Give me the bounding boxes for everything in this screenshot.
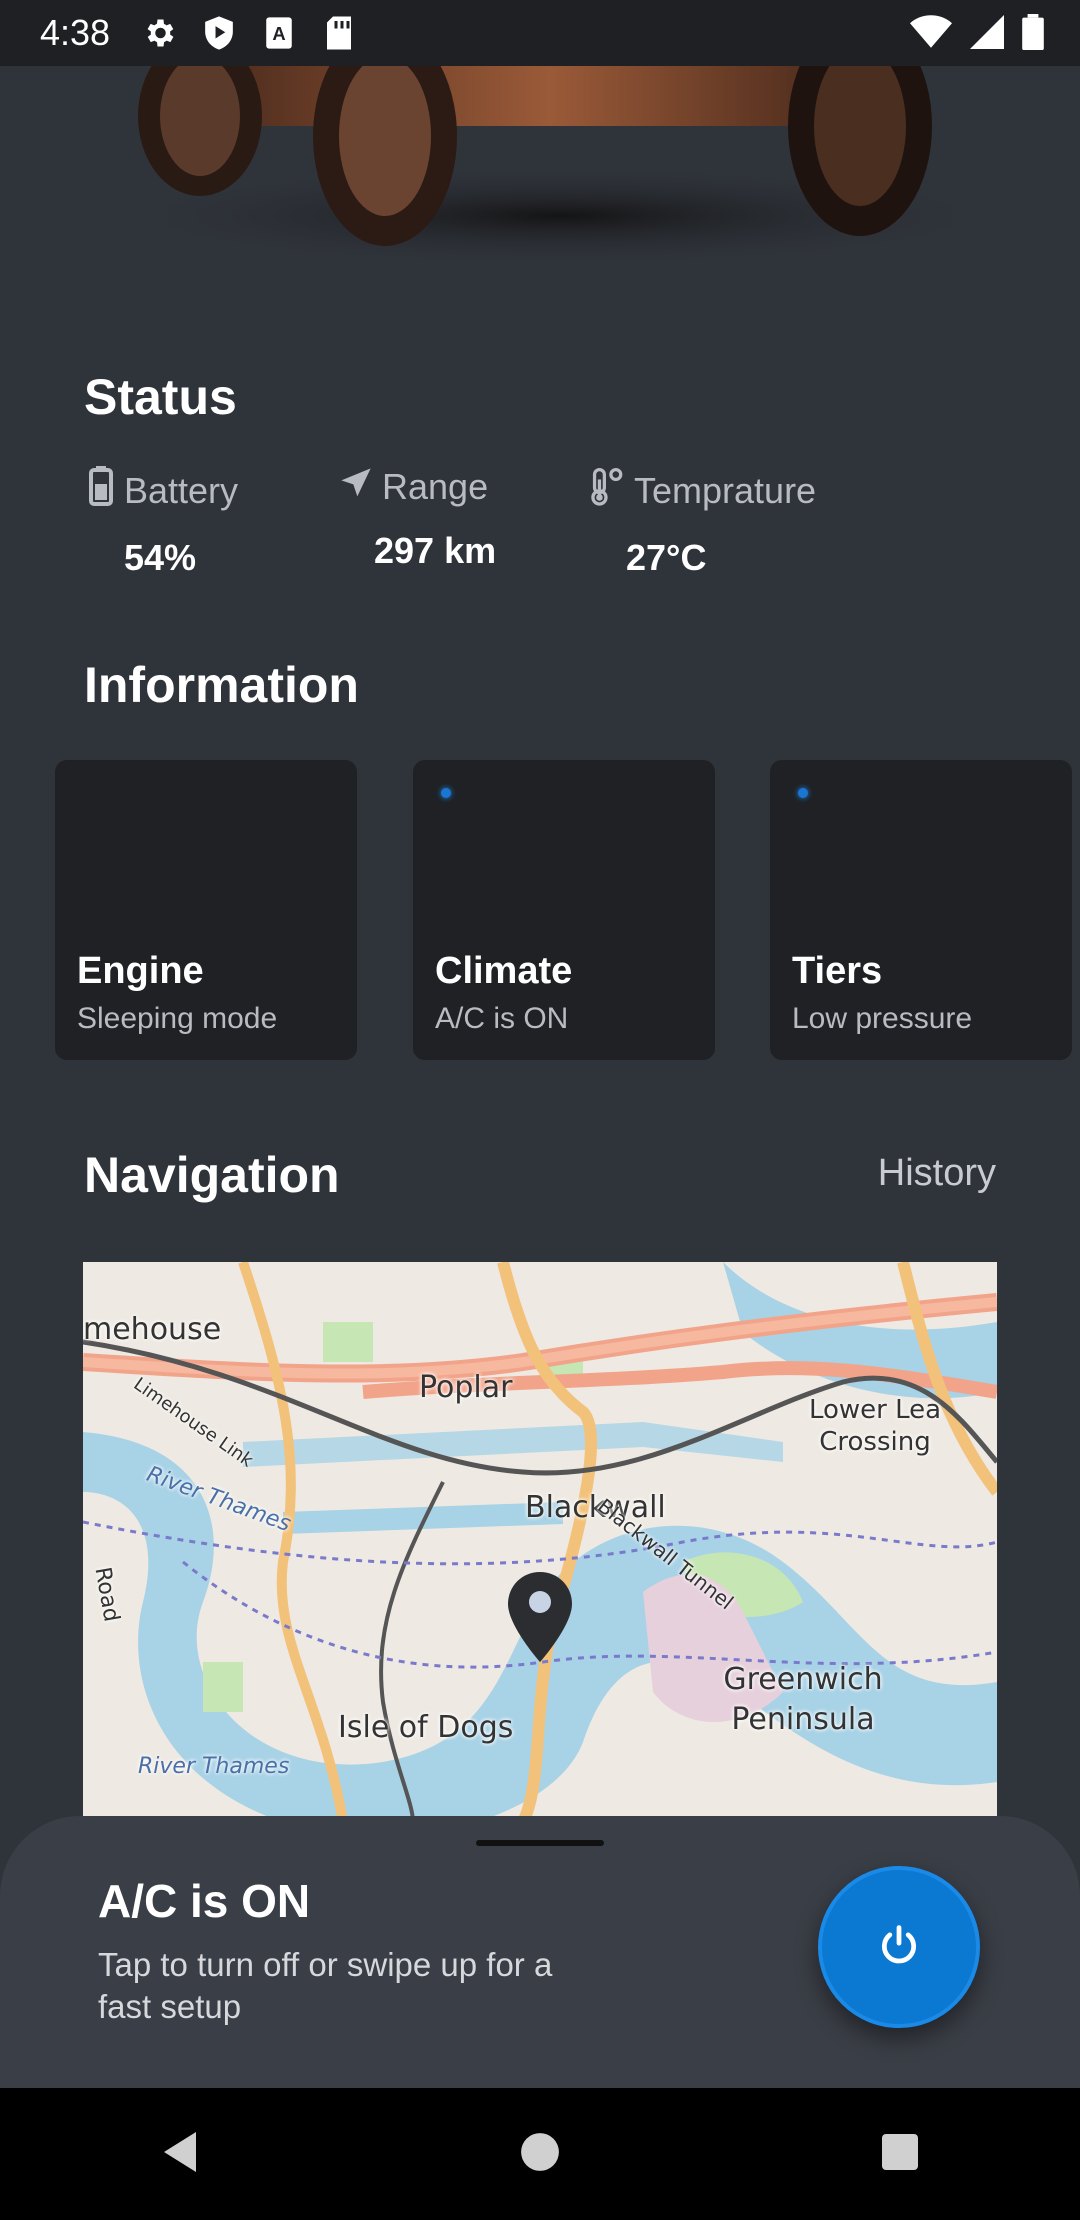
ac-bottom-sheet[interactable]: A/C is ON Tap to turn off or swipe up fo…: [0, 1816, 1080, 2088]
sheet-subtitle: Tap to turn off or swipe up for a fast s…: [98, 1946, 553, 2025]
power-button[interactable]: [818, 1866, 980, 2028]
wifi-icon: [910, 14, 952, 55]
map-label: Lower Lea Crossing: [808, 1395, 942, 1457]
status-title: Status: [84, 369, 237, 425]
font-a-icon: A: [260, 14, 298, 52]
system-navigation-bar: [0, 2088, 1080, 2220]
history-link[interactable]: History: [878, 1152, 996, 1195]
navigation-title: Navigation: [84, 1147, 340, 1203]
sheet-title: A/C is ON: [98, 1875, 311, 1927]
stat-label: Temprature: [634, 469, 817, 511]
status-time: 4:38: [40, 12, 111, 53]
navigation-map[interactable]: mehouse Poplar Lower Lea Crossing Blackw…: [83, 1262, 997, 1822]
svg-text:A: A: [272, 23, 285, 44]
drag-handle[interactable]: [476, 1840, 604, 1846]
shield-play-icon: [200, 14, 238, 52]
sd-card-icon: [320, 14, 358, 52]
stat-label: Range: [382, 466, 489, 507]
map-label: Greenwich Peninsula: [723, 1662, 883, 1737]
battery-icon: [88, 466, 114, 515]
card-title: Engine: [77, 950, 204, 992]
thermometer-icon: [588, 466, 624, 515]
card-title: Tiers: [792, 950, 883, 992]
map-label: Poplar: [419, 1370, 513, 1405]
settings-icon: [140, 14, 178, 52]
card-subtitle: Sleeping mode: [77, 1002, 278, 1035]
map-label: River Thames: [138, 1754, 290, 1779]
stat-battery: Battery 54%: [88, 466, 238, 579]
active-indicator-dot: [441, 788, 451, 798]
battery-status-icon: [1022, 14, 1044, 55]
card-title: Climate: [435, 950, 573, 992]
info-card-climate[interactable]: Climate A/C is ON: [413, 760, 715, 1060]
card-subtitle: A/C is ON: [435, 1002, 569, 1035]
navigation-arrow-icon: [340, 466, 372, 508]
stat-value: 54%: [124, 537, 197, 578]
vehicle-image: [0, 66, 1080, 276]
power-icon: [877, 1923, 921, 1972]
recents-icon[interactable]: [880, 2132, 920, 2177]
active-indicator-dot: [798, 788, 808, 798]
info-card-engine[interactable]: Engine Sleeping mode: [55, 760, 357, 1060]
map-label: mehouse: [83, 1312, 222, 1347]
stat-temperature: Temprature 27°C: [588, 466, 816, 579]
card-subtitle: Low pressure: [792, 1002, 973, 1035]
information-title: Information: [84, 657, 359, 713]
status-bar: 4:38 A: [0, 0, 1080, 66]
back-icon[interactable]: [160, 2130, 200, 2179]
stat-range: Range 297 km: [340, 466, 496, 572]
info-card-tiers[interactable]: Tiers Low pressure: [770, 760, 1072, 1060]
stat-value: 297 km: [374, 530, 497, 571]
map-label: Isle of Dogs: [338, 1710, 514, 1745]
stat-label: Battery: [124, 469, 239, 511]
home-icon[interactable]: [519, 2131, 561, 2178]
cell-signal-icon: [970, 14, 1004, 55]
stat-value: 27°C: [626, 537, 707, 578]
